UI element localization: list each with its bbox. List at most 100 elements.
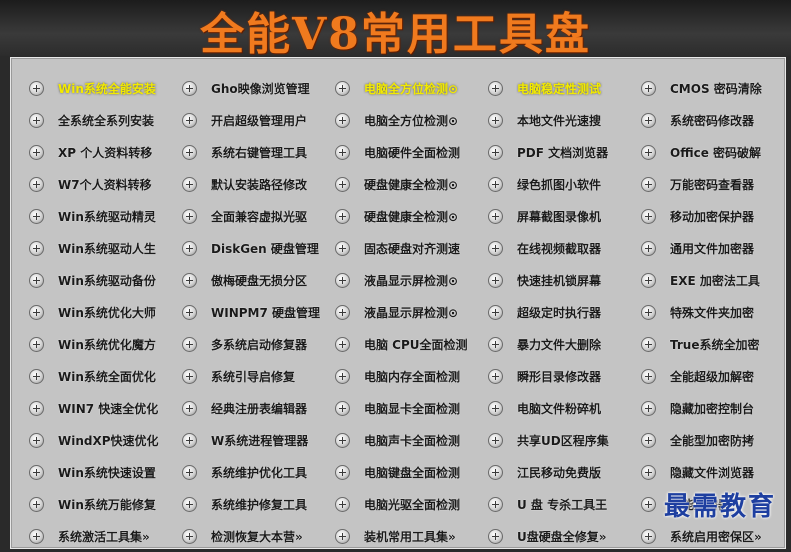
tool-item[interactable]: 全系统全系列安装 [29, 104, 182, 136]
tool-item[interactable]: 全能型加密防拷 [641, 424, 791, 456]
plus-circle-icon [29, 80, 44, 96]
tool-item[interactable]: 装机常用工具集» [335, 520, 488, 552]
tool-item[interactable]: WIN7 快速全优化 [29, 392, 182, 424]
tool-item[interactable]: Win系统驱动精灵 [29, 200, 182, 232]
tool-item-label: 硬盘健康全检测⊙ [364, 177, 459, 192]
tool-item[interactable]: U 盘 专杀工具王 [488, 488, 641, 520]
tool-item[interactable]: 系统维护修复工具 [182, 488, 335, 520]
tool-item[interactable]: W系统进程管理器 [182, 424, 335, 456]
tool-item[interactable]: XP 个人资料转移 [29, 136, 182, 168]
plus-circle-icon [488, 272, 503, 288]
tool-item[interactable]: 特殊文件夹加密 [641, 296, 791, 328]
tool-item[interactable]: 屏幕截图录像机 [488, 200, 641, 232]
tool-item-label: 多系统启动修复器 [211, 337, 308, 352]
tool-item-label: Gho映像浏览管理 [211, 81, 310, 96]
tool-item[interactable]: 电脑声卡全面检测 [335, 424, 488, 456]
tool-item[interactable]: 电脑全方位检测⊙ [335, 72, 488, 104]
tool-item[interactable]: Win系统优化大师 [29, 296, 182, 328]
plus-circle-icon [335, 464, 350, 480]
tool-item-label: 全能超级加解密 [670, 369, 755, 384]
tool-item[interactable]: 全能超级加解密 [641, 360, 791, 392]
tool-item[interactable]: 江民移动免费版 [488, 456, 641, 488]
tool-item[interactable]: 液晶显示屏检测⊙ [335, 264, 488, 296]
tool-item[interactable]: W7个人资料转移 [29, 168, 182, 200]
tool-item-label: Win系统快速设置 [58, 465, 156, 480]
plus-circle-icon [488, 208, 503, 224]
plus-circle-icon [182, 176, 197, 192]
tool-item[interactable]: 开启超级管理用户 [182, 104, 335, 136]
tool-item[interactable]: 全面兼容虚拟光驱 [182, 200, 335, 232]
tool-item[interactable]: 傲梅硬盘无损分区 [182, 264, 335, 296]
tool-item[interactable]: 隐藏加密控制台 [641, 392, 791, 424]
tool-item[interactable]: 多系统启动修复器 [182, 328, 335, 360]
tool-item[interactable]: 暴力文件大删除 [488, 328, 641, 360]
tool-item[interactable]: Win系统驱动人生 [29, 232, 182, 264]
tool-item-label: W7个人资料转移 [58, 177, 152, 192]
tool-item[interactable]: 硬盘健康全检测⊙ [335, 168, 488, 200]
tool-item[interactable]: 本地文件光速搜 [488, 104, 641, 136]
plus-circle-icon [335, 80, 350, 96]
tool-item[interactable]: 电脑全方位检测⊙ [335, 104, 488, 136]
tool-item[interactable]: 电脑内存全面检测 [335, 360, 488, 392]
plus-circle-icon [488, 400, 503, 416]
plus-circle-icon [29, 208, 44, 224]
tool-item[interactable]: 固态硬盘对齐测速 [335, 232, 488, 264]
tool-item[interactable]: 电脑光驱全面检测 [335, 488, 488, 520]
tool-item[interactable]: 超级定时执行器 [488, 296, 641, 328]
tool-item[interactable]: 系统启用密保区» [641, 520, 791, 552]
plus-circle-icon [182, 304, 197, 320]
plus-circle-icon [641, 464, 656, 480]
tool-item[interactable]: 电脑键盘全面检测 [335, 456, 488, 488]
tool-item[interactable]: CMOS 密码清除 [641, 72, 791, 104]
tool-item[interactable]: Gho映像浏览管理 [182, 72, 335, 104]
tool-item[interactable]: 瞬形目录修改器 [488, 360, 641, 392]
tool-item[interactable]: 电脑硬件全面检测 [335, 136, 488, 168]
tool-item-label: Win系统全能安装 [58, 81, 156, 96]
tool-item[interactable]: 绿色抓图小软件 [488, 168, 641, 200]
tool-item[interactable]: Win系统驱动备份 [29, 264, 182, 296]
tool-item[interactable]: 系统激活工具集» [29, 520, 182, 552]
tool-item[interactable]: Win系统全面优化 [29, 360, 182, 392]
tool-item-label: 电脑内存全面检测 [364, 369, 461, 384]
tool-item[interactable]: 快速挂机锁屏幕 [488, 264, 641, 296]
tool-item[interactable]: Office 密码破解 [641, 136, 791, 168]
plus-circle-icon [488, 240, 503, 256]
tool-item[interactable]: 隐藏文件浏览器 [641, 456, 791, 488]
tool-item[interactable]: 经典注册表编辑器 [182, 392, 335, 424]
tool-item[interactable]: Win系统快速设置 [29, 456, 182, 488]
tool-item[interactable]: Win系统万能修复 [29, 488, 182, 520]
tool-item-label: PDF 文档浏览器 [517, 145, 609, 160]
tool-item[interactable]: 电脑文件粉碎机 [488, 392, 641, 424]
tool-item[interactable]: 电脑稳定性测试 [488, 72, 641, 104]
tool-item[interactable]: 共享UD区程序集 [488, 424, 641, 456]
tool-item[interactable]: 通用文件加密器 [641, 232, 791, 264]
plus-circle-icon [641, 80, 656, 96]
tool-item[interactable]: 系统密码修改器 [641, 104, 791, 136]
tool-item[interactable]: WindXP快速优化 [29, 424, 182, 456]
tool-item-label: 快速挂机锁屏幕 [517, 273, 602, 288]
tool-item[interactable]: 万能密码查看器 [641, 168, 791, 200]
plus-circle-icon [335, 304, 350, 320]
tool-item[interactable]: 电脑 CPU全面检测 [335, 328, 488, 360]
tool-item[interactable]: EXE 加密法工具 [641, 264, 791, 296]
tool-item[interactable]: Win系统优化魔方 [29, 328, 182, 360]
tool-item-label: 特殊文件夹加密 [670, 305, 755, 320]
tool-item[interactable]: True系统全加密 [641, 328, 791, 360]
tool-item[interactable]: U盘硬盘全修复» [488, 520, 641, 552]
tool-item[interactable]: 系统维护优化工具 [182, 456, 335, 488]
tool-item[interactable]: DiskGen 硬盘管理 [182, 232, 335, 264]
tool-item[interactable]: 电脑显卡全面检测 [335, 392, 488, 424]
tool-item[interactable]: WINPM7 硬盘管理 [182, 296, 335, 328]
plus-circle-icon [641, 304, 656, 320]
tool-item[interactable]: 系统引导启修复 [182, 360, 335, 392]
tool-item[interactable]: 检测恢复大本营» [182, 520, 335, 552]
tool-item[interactable]: 系统右键管理工具 [182, 136, 335, 168]
tool-item[interactable]: PDF 文档浏览器 [488, 136, 641, 168]
tool-item[interactable]: 硬盘健康全检测⊙ [335, 200, 488, 232]
tool-item[interactable]: 液晶显示屏检测⊙ [335, 296, 488, 328]
tool-item[interactable]: 移动加密保护器 [641, 200, 791, 232]
tool-item[interactable]: 在线视频截取器 [488, 232, 641, 264]
plus-circle-icon [29, 336, 44, 352]
tool-item[interactable]: Win系统全能安装 [29, 72, 182, 104]
tool-item[interactable]: 默认安装路径修改 [182, 168, 335, 200]
